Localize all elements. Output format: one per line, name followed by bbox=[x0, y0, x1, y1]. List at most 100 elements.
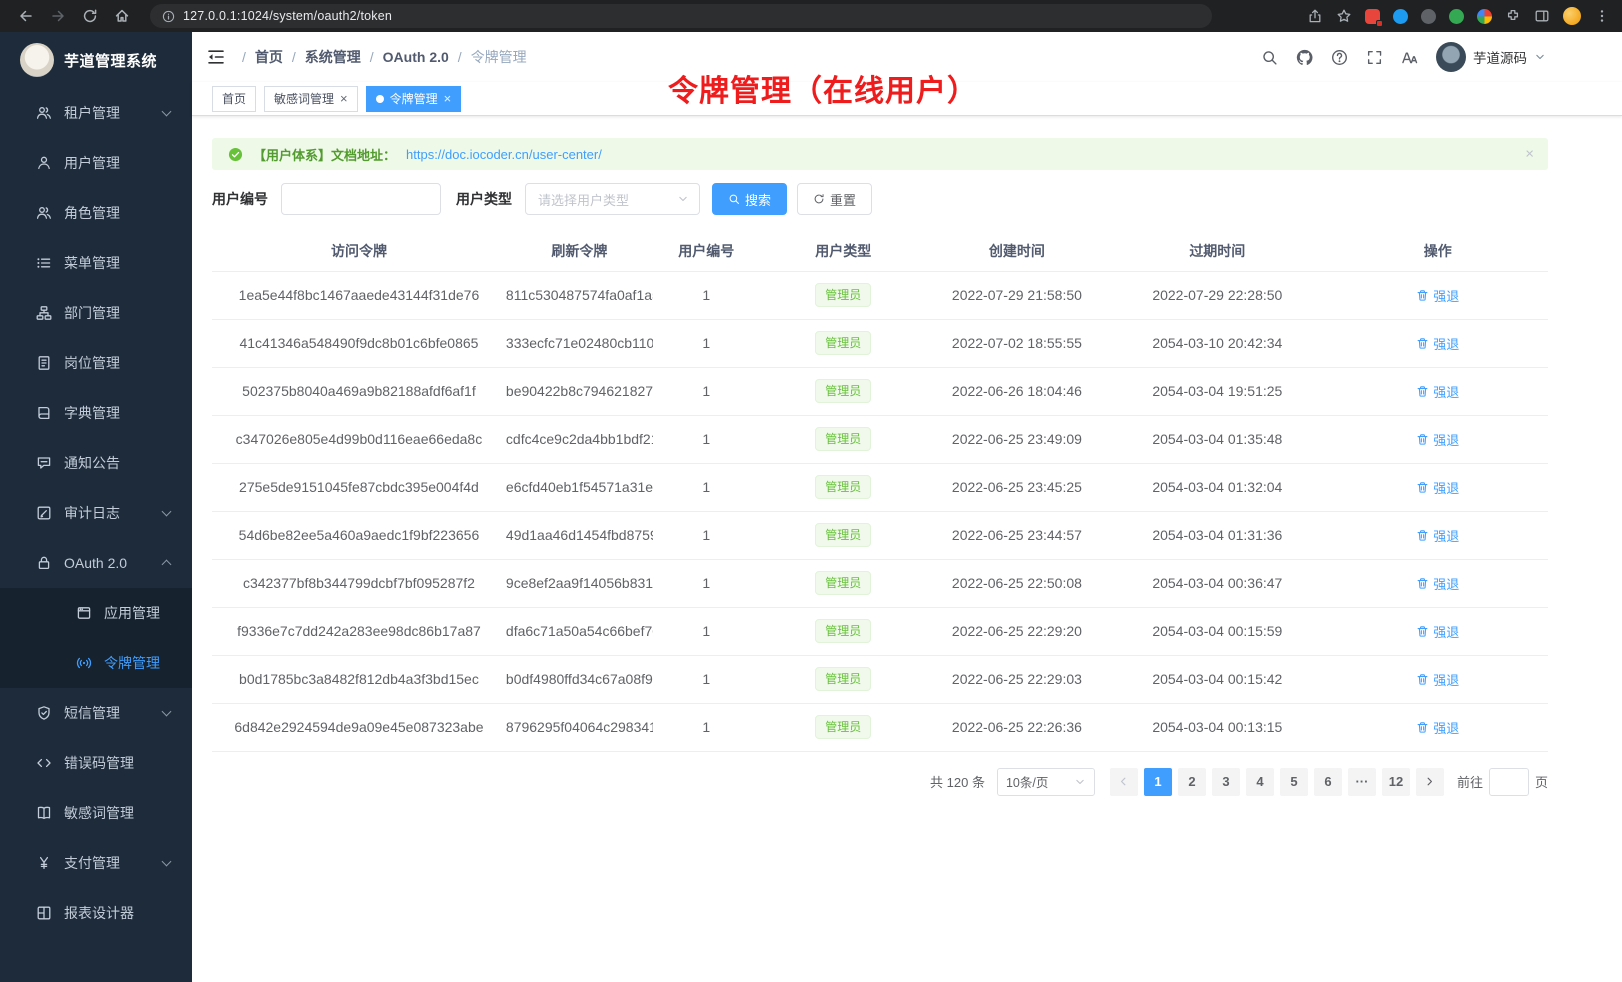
user-menu[interactable]: 芋道源码 bbox=[1436, 42, 1546, 72]
sidebar-item[interactable]: 错误码管理 bbox=[0, 738, 192, 788]
goto-page-input[interactable] bbox=[1489, 768, 1529, 796]
page-number-button[interactable]: 1 bbox=[1144, 768, 1172, 796]
page-number-button[interactable]: 5 bbox=[1280, 768, 1308, 796]
page-number-button[interactable]: ··· bbox=[1348, 768, 1376, 796]
tab-close-icon[interactable] bbox=[340, 92, 348, 105]
tabs-bar: 首页 敏感词管理 令牌管理 bbox=[192, 82, 1622, 116]
action-cell: 强退 bbox=[1328, 271, 1548, 319]
font-size-icon[interactable] bbox=[1401, 49, 1418, 66]
user-type-label: 用户类型 bbox=[456, 189, 512, 209]
created-time-cell: 2022-06-25 23:49:09 bbox=[927, 415, 1107, 463]
breadcrumb-item[interactable]: 令牌管理 bbox=[471, 47, 527, 67]
force-logout-button[interactable]: 强退 bbox=[1416, 286, 1459, 305]
breadcrumb-item[interactable]: 系统管理 bbox=[305, 47, 361, 67]
refresh-token-cell: 333ecfc71e02480cb11055c875c3ca0f bbox=[506, 319, 653, 367]
chevron-left-icon bbox=[1118, 776, 1129, 787]
breadcrumb-separator bbox=[458, 49, 462, 65]
force-logout-button[interactable]: 强退 bbox=[1416, 526, 1459, 545]
share-icon[interactable] bbox=[1307, 8, 1323, 24]
force-logout-button[interactable]: 强退 bbox=[1416, 478, 1459, 497]
reload-icon[interactable] bbox=[82, 8, 98, 24]
sidebar-item[interactable]: 用户管理 bbox=[0, 138, 192, 188]
force-logout-button[interactable]: 强退 bbox=[1416, 574, 1459, 593]
url-text: 127.0.0.1:1024/system/oauth2/token bbox=[183, 9, 392, 23]
sidebar-item[interactable]: 菜单管理 bbox=[0, 238, 192, 288]
sidebar-item[interactable]: 审计日志 bbox=[0, 488, 192, 538]
sidebar-item[interactable]: OAuth 2.0 bbox=[0, 538, 192, 588]
breadcrumb-item[interactable]: 首页 bbox=[255, 47, 283, 67]
trash-icon bbox=[1416, 673, 1429, 686]
prev-page-button[interactable] bbox=[1110, 768, 1138, 796]
forward-icon[interactable] bbox=[50, 8, 66, 24]
force-logout-button[interactable]: 强退 bbox=[1416, 430, 1459, 449]
app-logo-row[interactable]: 芋道管理系统 bbox=[0, 32, 192, 88]
site-info-icon[interactable] bbox=[162, 10, 175, 23]
next-page-button[interactable] bbox=[1416, 768, 1444, 796]
address-bar[interactable]: 127.0.0.1:1024/system/oauth2/token bbox=[150, 4, 1212, 28]
github-icon[interactable] bbox=[1296, 49, 1313, 66]
alert-close-icon[interactable] bbox=[1525, 147, 1534, 162]
breadcrumb-item[interactable]: OAuth 2.0 bbox=[383, 49, 449, 65]
page-number-button[interactable]: 6 bbox=[1314, 768, 1342, 796]
sidebar-item[interactable]: 短信管理 bbox=[0, 688, 192, 738]
extension-icon[interactable] bbox=[1477, 9, 1492, 24]
force-logout-button[interactable]: 强退 bbox=[1416, 622, 1459, 641]
sidebar-item-label: 错误码管理 bbox=[64, 753, 134, 773]
app-logo bbox=[20, 43, 54, 77]
sidebar-item[interactable]: 报表设计器 bbox=[0, 888, 192, 938]
force-logout-button[interactable]: 强退 bbox=[1416, 334, 1459, 353]
trash-icon bbox=[1416, 577, 1429, 590]
sidebar-item[interactable]: 部门管理 bbox=[0, 288, 192, 338]
extensions-puzzle-icon[interactable] bbox=[1505, 8, 1521, 24]
sidebar-item[interactable]: 支付管理 bbox=[0, 838, 192, 888]
help-icon[interactable] bbox=[1331, 49, 1348, 66]
bookmark-star-icon[interactable] bbox=[1336, 8, 1352, 24]
doc-link[interactable]: https://doc.iocoder.cn/user-center/ bbox=[406, 147, 602, 162]
sidebar-item[interactable]: 字典管理 bbox=[0, 388, 192, 438]
tab-close-icon[interactable] bbox=[444, 92, 452, 105]
tab[interactable]: 敏感词管理 bbox=[264, 86, 358, 112]
fullscreen-icon[interactable] bbox=[1366, 49, 1383, 66]
page-size-select[interactable]: 10条/页 bbox=[997, 768, 1095, 796]
action-cell: 强退 bbox=[1328, 511, 1548, 559]
page-number-button[interactable]: 3 bbox=[1212, 768, 1240, 796]
action-cell: 强退 bbox=[1328, 463, 1548, 511]
reset-button[interactable]: 重置 bbox=[797, 183, 872, 215]
access-token-cell: 275e5de9151045fe87cbdc395e004f4d bbox=[212, 463, 506, 511]
back-icon[interactable] bbox=[18, 8, 34, 24]
search-button[interactable]: 搜索 bbox=[712, 183, 787, 215]
extension-icon[interactable] bbox=[1393, 9, 1408, 24]
sidebar-item[interactable]: 应用管理 bbox=[0, 588, 192, 638]
select-placeholder: 请选择用户类型 bbox=[538, 190, 629, 209]
sidebar-item[interactable]: 令牌管理 bbox=[0, 638, 192, 688]
tab[interactable]: 首页 bbox=[212, 86, 256, 112]
tab[interactable]: 令牌管理 bbox=[366, 86, 462, 112]
force-logout-button[interactable]: 强退 bbox=[1416, 718, 1459, 737]
sidebar-item[interactable]: 角色管理 bbox=[0, 188, 192, 238]
user-avatar bbox=[1436, 42, 1466, 72]
page-number-button[interactable]: 4 bbox=[1246, 768, 1274, 796]
force-logout-button[interactable]: 强退 bbox=[1416, 382, 1459, 401]
sidebar-toggle-icon[interactable] bbox=[206, 47, 226, 67]
user-type-select[interactable]: 请选择用户类型 bbox=[525, 183, 700, 215]
extension-icon[interactable] bbox=[1421, 9, 1436, 24]
search-icon[interactable] bbox=[1261, 49, 1278, 66]
sidebar-item[interactable]: 租户管理 bbox=[0, 88, 192, 138]
force-logout-button[interactable]: 强退 bbox=[1416, 670, 1459, 689]
extension-icon[interactable] bbox=[1449, 9, 1464, 24]
user-id-input[interactable] bbox=[281, 183, 441, 215]
column-header: 访问令牌 bbox=[212, 231, 506, 271]
breadcrumb: 首页 系统管理 OAuth 2.0 令牌管理 bbox=[242, 47, 527, 67]
sidebar-item[interactable]: 敏感词管理 bbox=[0, 788, 192, 838]
browser-profile-avatar[interactable] bbox=[1563, 7, 1581, 25]
access-token-cell: 41c41346a548490f9dc8b01c6bfe0865 bbox=[212, 319, 506, 367]
sidebar-item[interactable]: 通知公告 bbox=[0, 438, 192, 488]
extension-icon[interactable] bbox=[1365, 9, 1380, 24]
sidebar-item[interactable]: 岗位管理 bbox=[0, 338, 192, 388]
browser-menu-icon[interactable] bbox=[1594, 8, 1610, 24]
side-panel-icon[interactable] bbox=[1534, 8, 1550, 24]
navbar-tools: 芋道源码 bbox=[1261, 42, 1546, 72]
home-icon[interactable] bbox=[114, 8, 130, 24]
page-number-button[interactable]: 2 bbox=[1178, 768, 1206, 796]
page-number-button[interactable]: 12 bbox=[1382, 768, 1410, 796]
